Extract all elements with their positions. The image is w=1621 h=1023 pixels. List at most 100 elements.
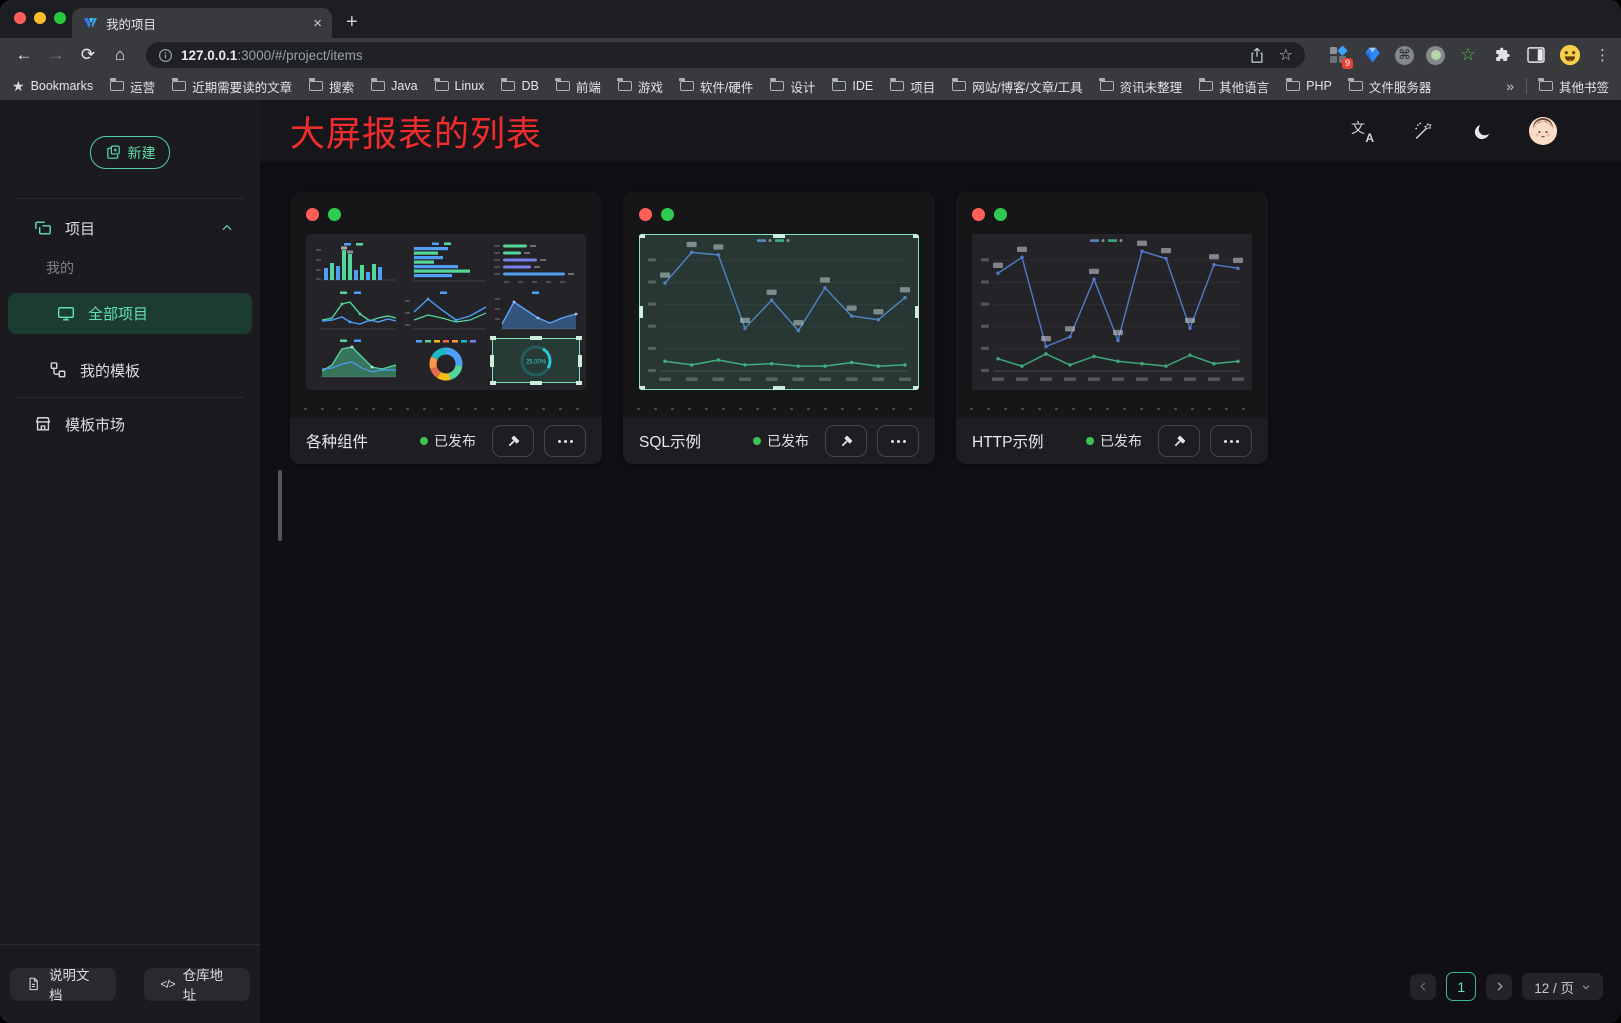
- gem-extension-icon[interactable]: [1361, 44, 1383, 66]
- dashed-separator: [970, 408, 1254, 410]
- new-tab-button[interactable]: +: [346, 11, 358, 34]
- new-project-button[interactable]: 新建: [90, 136, 170, 169]
- green-dot-icon: [328, 208, 341, 221]
- dark-mode-moon-icon[interactable]: [1469, 118, 1495, 144]
- sidebar: 新建 项目 我的 全部项目 我的模板 模板市场: [0, 100, 260, 1023]
- main-area: 大屏报表的列表 文A: [260, 100, 1621, 1023]
- folder-icon: [435, 81, 449, 91]
- prev-page-button[interactable]: [1410, 974, 1436, 1000]
- copy-plus-icon: [105, 144, 122, 161]
- more-actions-button[interactable]: [877, 425, 919, 457]
- tab-strip: 我的项目 × +: [0, 0, 1621, 38]
- folder-icon: [371, 81, 385, 91]
- folder-icon: [1286, 81, 1300, 91]
- bookmark-folder[interactable]: PHP: [1286, 79, 1332, 93]
- project-name: 各种组件: [306, 430, 410, 452]
- green-star-extension-icon[interactable]: ☆: [1457, 44, 1479, 66]
- document-icon: [26, 976, 41, 992]
- bookmark-folder[interactable]: 项目: [890, 77, 935, 96]
- bookmark-folder[interactable]: Linux: [435, 79, 485, 93]
- project-card[interactable]: 25.00% 各种组件 已发布: [290, 192, 602, 464]
- profile-avatar[interactable]: [1559, 44, 1581, 66]
- folder-icon: [952, 81, 966, 91]
- browser-tab[interactable]: 我的项目 ×: [72, 8, 332, 38]
- bookmark-folder[interactable]: 其他语言: [1199, 77, 1269, 96]
- share-icon[interactable]: [1249, 46, 1265, 64]
- scrollbar-thumb[interactable]: [278, 470, 282, 541]
- project-card[interactable]: HTTP示例 已发布: [956, 192, 1268, 464]
- monitor-icon: [56, 304, 76, 324]
- bookmarks-root[interactable]: ★ Bookmarks: [12, 78, 93, 95]
- recorder-extension-icon[interactable]: [1426, 46, 1445, 65]
- bookmark-star-icon[interactable]: ☆: [1279, 45, 1293, 65]
- bookmark-folder[interactable]: IDE: [832, 79, 873, 93]
- folder-icon: [556, 81, 570, 91]
- minimize-window-button[interactable]: [34, 12, 46, 24]
- status-dot-icon: [753, 437, 761, 445]
- red-dot-icon: [639, 208, 652, 221]
- close-window-button[interactable]: [14, 12, 26, 24]
- sidebar-item-all-projects[interactable]: 全部项目: [8, 293, 252, 334]
- more-actions-button[interactable]: [1210, 425, 1252, 457]
- bookmark-folder-list: 运营近期需要读的文章搜索 Java Linux DB 前端游戏软件/硬件设计 IDE 项目网…: [110, 77, 1431, 96]
- sidebar-group-projects[interactable]: 项目: [0, 212, 260, 244]
- selection-box: [492, 338, 580, 383]
- bookmark-folder[interactable]: Java: [371, 79, 417, 93]
- home-icon[interactable]: ⌂: [106, 41, 134, 69]
- bookmark-folder[interactable]: 网站/博客/文章/工具: [952, 77, 1082, 96]
- side-panel-icon[interactable]: [1525, 44, 1547, 66]
- mini-progress-gauge[interactable]: 25.00%: [492, 338, 580, 383]
- bookmark-folder[interactable]: 软件/硬件: [680, 77, 753, 96]
- reload-icon[interactable]: ⟳: [74, 41, 102, 69]
- magic-wand-icon[interactable]: [1409, 118, 1435, 144]
- zoom-window-button[interactable]: [54, 12, 66, 24]
- bookmark-folder[interactable]: 资讯未整理: [1100, 77, 1183, 96]
- project-name: HTTP示例: [972, 430, 1076, 452]
- mini-donut-chart: [402, 338, 490, 383]
- language-toggle-icon[interactable]: 文A: [1349, 118, 1375, 144]
- bookmark-folder[interactable]: 搜索: [309, 77, 354, 96]
- ellipsis-icon: [558, 440, 573, 443]
- project-card[interactable]: SQL示例 已发布: [623, 192, 935, 464]
- more-actions-button[interactable]: [544, 425, 586, 457]
- status-badge: 已发布: [1086, 431, 1142, 451]
- bookmark-folder[interactable]: DB: [501, 79, 538, 93]
- bookmark-folder[interactable]: 运营: [110, 77, 155, 96]
- user-avatar[interactable]: [1529, 117, 1557, 145]
- edit-project-button[interactable]: [492, 425, 534, 457]
- project-name: SQL示例: [639, 430, 743, 452]
- current-page-button[interactable]: 1: [1446, 972, 1476, 1001]
- back-icon[interactable]: ←: [10, 41, 38, 69]
- bookmarks-overflow-icon[interactable]: »: [1506, 78, 1514, 94]
- page-title: 大屏报表的列表: [290, 106, 542, 157]
- other-bookmarks[interactable]: 其他书签: [1539, 77, 1609, 96]
- forward-icon[interactable]: →: [42, 41, 70, 69]
- docs-button[interactable]: 说明文档: [10, 968, 116, 1001]
- chevron-up-icon[interactable]: [220, 221, 234, 235]
- site-info-icon[interactable]: [158, 48, 173, 63]
- code-icon: </>: [160, 977, 174, 991]
- selection-box: [639, 234, 919, 390]
- sidebar-divider: [16, 198, 244, 199]
- address-bar[interactable]: 127.0.0.1:3000/#/project/items ☆: [146, 42, 1305, 68]
- page-size-select[interactable]: 12 / 页: [1522, 973, 1603, 1000]
- sidebar-item-template-market[interactable]: 模板市场: [0, 406, 260, 442]
- next-page-button[interactable]: [1486, 974, 1512, 1000]
- bookmark-folder[interactable]: 前端: [556, 77, 601, 96]
- bookmark-folder[interactable]: 近期需要读的文章: [172, 77, 292, 96]
- tab-manager-extension-icon[interactable]: 9: [1327, 44, 1349, 66]
- sidebar-item-my-templates[interactable]: 我的模板: [0, 350, 260, 390]
- command-extension-icon[interactable]: ⌘: [1395, 46, 1414, 65]
- folder-icon: [1349, 81, 1363, 91]
- tab-close-icon[interactable]: ×: [313, 16, 322, 31]
- bookmark-folder[interactable]: 文件服务器: [1349, 77, 1432, 96]
- url-text: 127.0.0.1:3000/#/project/items: [181, 48, 363, 63]
- bookmark-folder[interactable]: 游戏: [618, 77, 663, 96]
- bookmark-folder[interactable]: 设计: [770, 77, 815, 96]
- extensions-puzzle-icon[interactable]: [1491, 44, 1513, 66]
- edit-project-button[interactable]: [1158, 425, 1200, 457]
- mini-area-chart: [492, 290, 580, 335]
- edit-project-button[interactable]: [825, 425, 867, 457]
- browser-menu-icon[interactable]: ⋮: [1595, 46, 1611, 64]
- repo-button[interactable]: </> 仓库地址: [144, 968, 250, 1001]
